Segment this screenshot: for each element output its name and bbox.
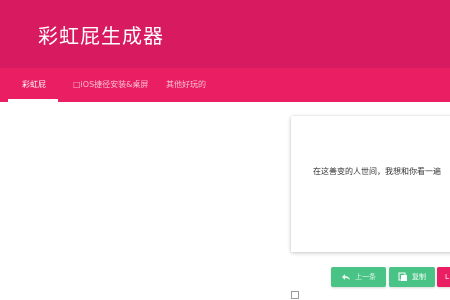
- active-tab-indicator: [8, 99, 58, 102]
- tab-ios-shortcut[interactable]: □iOS捷径安装&桌屏: [73, 68, 148, 102]
- app-header: 彩虹屁生成器: [0, 0, 450, 68]
- reply-arrow-icon: [342, 274, 350, 280]
- copy-button[interactable]: 复制: [389, 267, 435, 287]
- checkbox[interactable]: [291, 291, 299, 299]
- app-title: 彩虹屁生成器: [38, 24, 164, 48]
- previous-button-label: 上一条: [355, 273, 376, 281]
- compliment-text: 在这善变的人世间，我想和你看一遍: [313, 167, 441, 176]
- tab-other-fun[interactable]: 其他好玩的: [166, 68, 206, 102]
- tab-rainbow-compliment[interactable]: 彩虹屁: [22, 68, 46, 102]
- tab-bar: 彩虹屁 □iOS捷径安装&桌屏 其他好玩的: [0, 68, 450, 102]
- copy-icon: [398, 272, 407, 281]
- previous-button[interactable]: 上一条: [331, 267, 386, 287]
- partial-pink-button[interactable]: L: [437, 267, 450, 287]
- partial-pink-button-label: L: [445, 273, 449, 281]
- compliment-card: 在这善变的人世间，我想和你看一遍: [291, 116, 450, 252]
- copy-button-label: 复制: [412, 273, 426, 281]
